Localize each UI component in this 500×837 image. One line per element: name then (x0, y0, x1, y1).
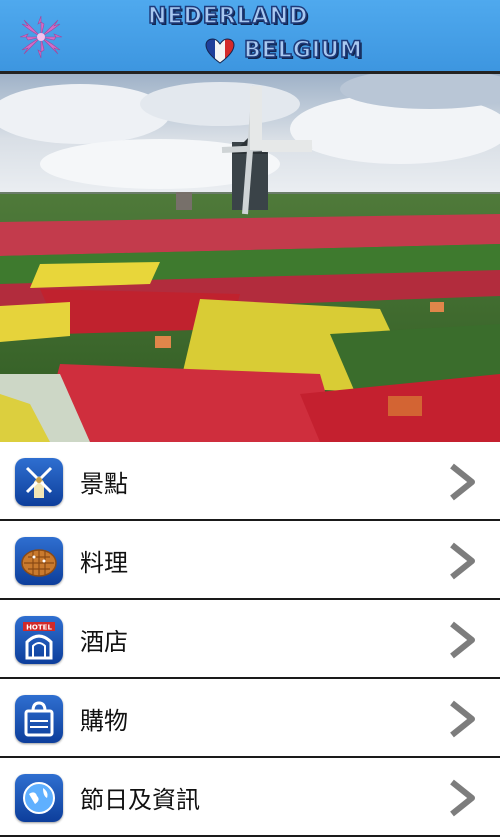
main-menu: 景點 料理 HOTEL 酒店 購物 節日及資訊 (0, 442, 500, 837)
chevron-right-icon (450, 700, 475, 738)
chevron-right-icon (450, 463, 475, 501)
hotel-icon: HOTEL (15, 616, 63, 664)
menu-item-label: 料理 (80, 549, 128, 577)
menu-item-label: 景點 (80, 470, 128, 498)
flower-star-logo-icon (19, 15, 63, 59)
menu-item-label: 節日及資訊 (80, 786, 200, 814)
chevron-right-icon (450, 621, 475, 659)
heart-flag-icon (205, 38, 235, 64)
windmill-icon (15, 458, 63, 506)
menu-item-cuisine[interactable]: 料理 (0, 521, 500, 600)
title-nederland: NEDERLAND (147, 3, 309, 30)
svg-text:HOTEL: HOTEL (26, 624, 52, 632)
shopping-bag-icon (15, 695, 63, 743)
menu-item-attractions[interactable]: 景點 (0, 442, 500, 521)
app-header: NEDERLAND BELGIUM (0, 0, 500, 74)
waffle-icon (15, 537, 63, 585)
globe-icon (15, 774, 63, 822)
menu-item-hotel[interactable]: HOTEL 酒店 (0, 600, 500, 679)
chevron-right-icon (450, 542, 475, 580)
title-belgium: BELGIUM (243, 37, 363, 64)
menu-item-festivals-info[interactable]: 節日及資訊 (0, 758, 500, 837)
menu-item-label: 購物 (80, 707, 128, 735)
menu-item-shopping[interactable]: 購物 (0, 679, 500, 758)
menu-item-label: 酒店 (80, 628, 128, 656)
chevron-right-icon (450, 779, 475, 817)
windmill-tulip-field-photo (0, 74, 500, 442)
